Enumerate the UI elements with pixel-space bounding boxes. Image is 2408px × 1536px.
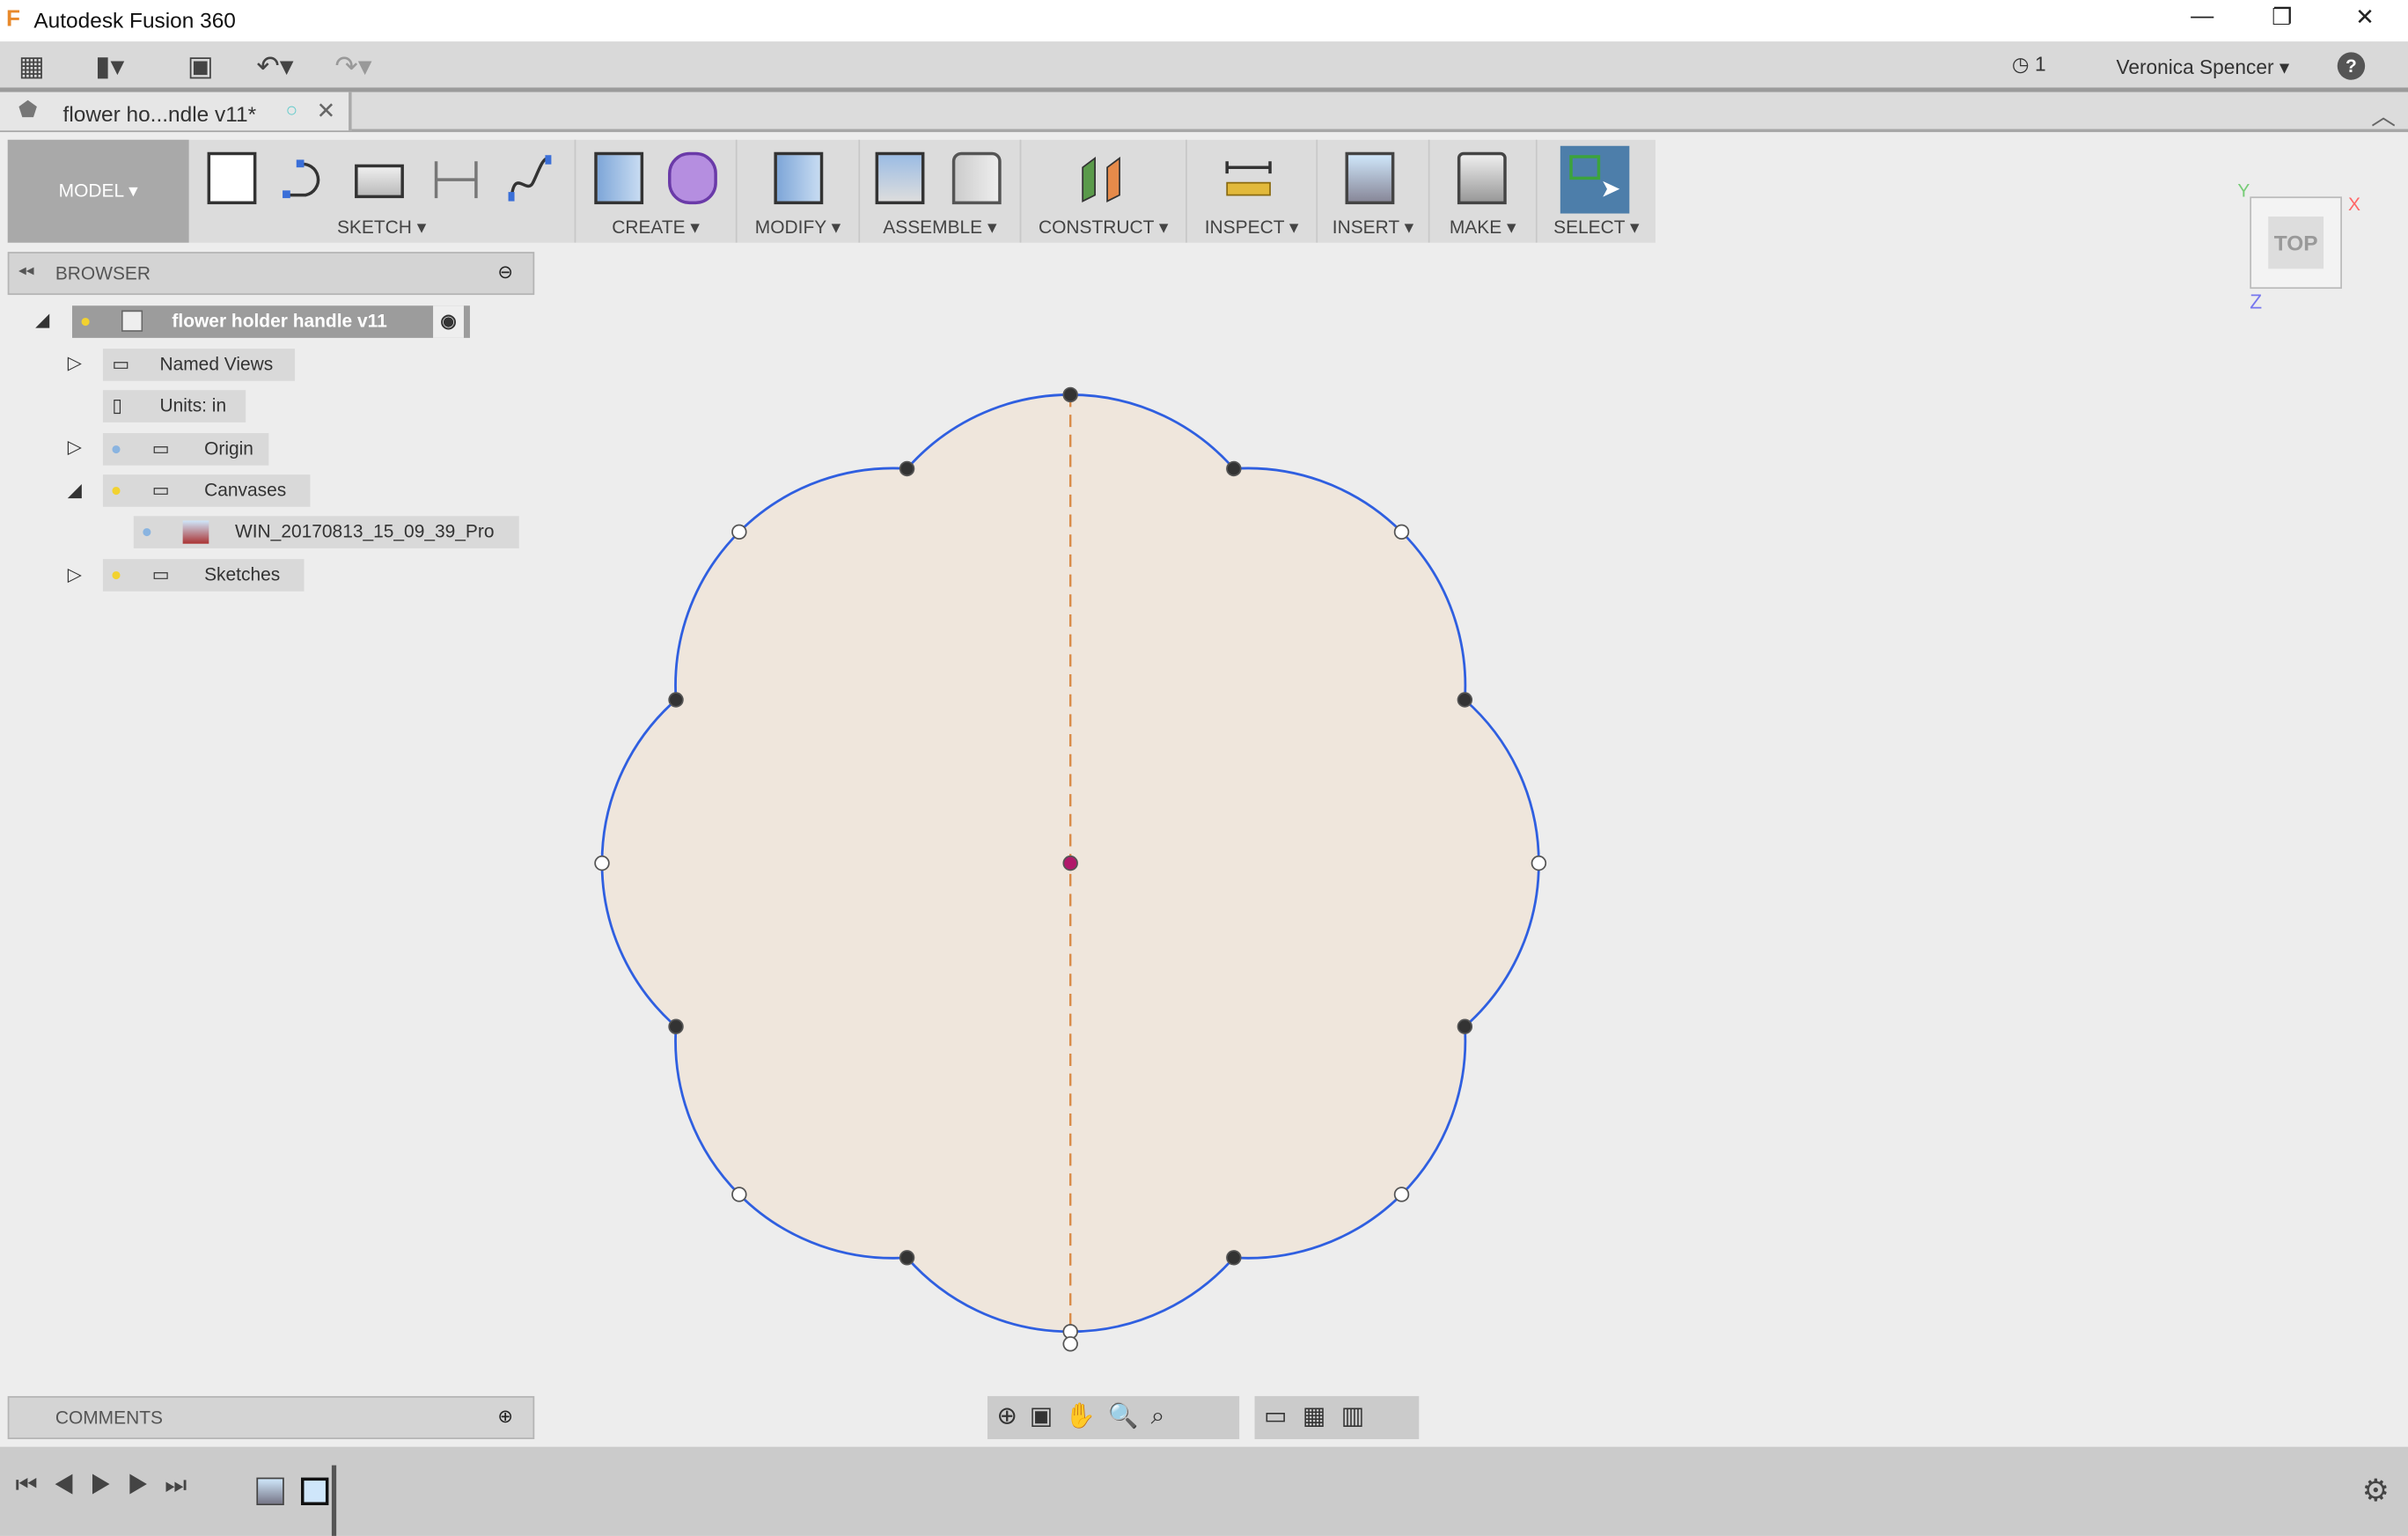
lobe-junction-point[interactable] <box>899 460 915 477</box>
lobe-junction-point[interactable] <box>1457 692 1473 708</box>
lobe-junction-point[interactable] <box>668 692 684 708</box>
viewports-icon[interactable]: ▥ <box>1341 1404 1380 1430</box>
look-at-icon[interactable]: ▣ <box>1030 1404 1065 1430</box>
lobe-peak-point[interactable] <box>1393 1187 1410 1202</box>
canvas-viewport[interactable] <box>0 0 2408 1534</box>
lobe-peak-point[interactable] <box>731 524 747 540</box>
view-cube[interactable]: TOP <box>2250 196 2342 290</box>
axis-end-point[interactable] <box>1062 1336 1078 1352</box>
timeline-controls: ⏮◀▶▶⏭ <box>15 1473 202 1500</box>
lobe-peak-point[interactable] <box>1062 386 1078 403</box>
step-forward-icon[interactable]: ▶ <box>128 1473 165 1499</box>
zoom-icon[interactable]: 🔍 <box>1108 1404 1151 1430</box>
navigation-bar: ⊕▣✋🔍⌕ ▭▦▥ <box>987 1396 1420 1439</box>
pan-hand-icon[interactable]: ✋ <box>1065 1404 1108 1430</box>
go-to-end-icon[interactable]: ⏭ <box>165 1473 202 1499</box>
play-icon[interactable]: ▶ <box>90 1473 127 1499</box>
grid-settings-icon[interactable]: ▦ <box>1303 1404 1341 1430</box>
lobe-junction-point[interactable] <box>1226 460 1242 477</box>
lobe-junction-point[interactable] <box>899 1250 915 1266</box>
lobe-peak-point[interactable] <box>594 855 610 871</box>
add-comment-icon[interactable]: ⊕ <box>497 1406 513 1427</box>
timeline-canvas-feature[interactable] <box>256 1477 284 1506</box>
y-axis-label: Y <box>2237 180 2250 202</box>
lobe-peak-point[interactable] <box>1531 855 1547 871</box>
center-point[interactable] <box>1062 855 1078 871</box>
timeline-bar: ⏮◀▶▶⏭ ⚙ <box>0 1446 2408 1536</box>
step-back-icon[interactable]: ◀ <box>53 1473 90 1499</box>
comments-panel[interactable]: COMMENTS ⊕ <box>7 1396 535 1439</box>
go-to-start-icon[interactable]: ⏮ <box>15 1473 53 1499</box>
lobe-junction-point[interactable] <box>1226 1250 1242 1266</box>
timeline-sketch-feature[interactable] <box>301 1477 329 1506</box>
lobe-peak-point[interactable] <box>1393 524 1410 540</box>
orbit-icon[interactable]: ⊕ <box>996 1404 1029 1430</box>
comments-title: COMMENTS <box>55 1407 163 1429</box>
view-cube-face[interactable]: TOP <box>2268 217 2324 269</box>
lobe-peak-point[interactable] <box>731 1187 747 1202</box>
fit-icon[interactable]: ⌕ <box>1151 1404 1178 1430</box>
x-axis-label: X <box>2347 193 2360 216</box>
lobe-junction-point[interactable] <box>668 1018 684 1034</box>
timeline-settings-gear-icon[interactable]: ⚙ <box>2362 1472 2390 1510</box>
z-axis-label: Z <box>2250 290 2263 313</box>
lobe-junction-point[interactable] <box>1457 1018 1473 1034</box>
timeline-marker[interactable] <box>331 1465 337 1536</box>
display-settings-icon[interactable]: ▭ <box>1264 1404 1303 1430</box>
